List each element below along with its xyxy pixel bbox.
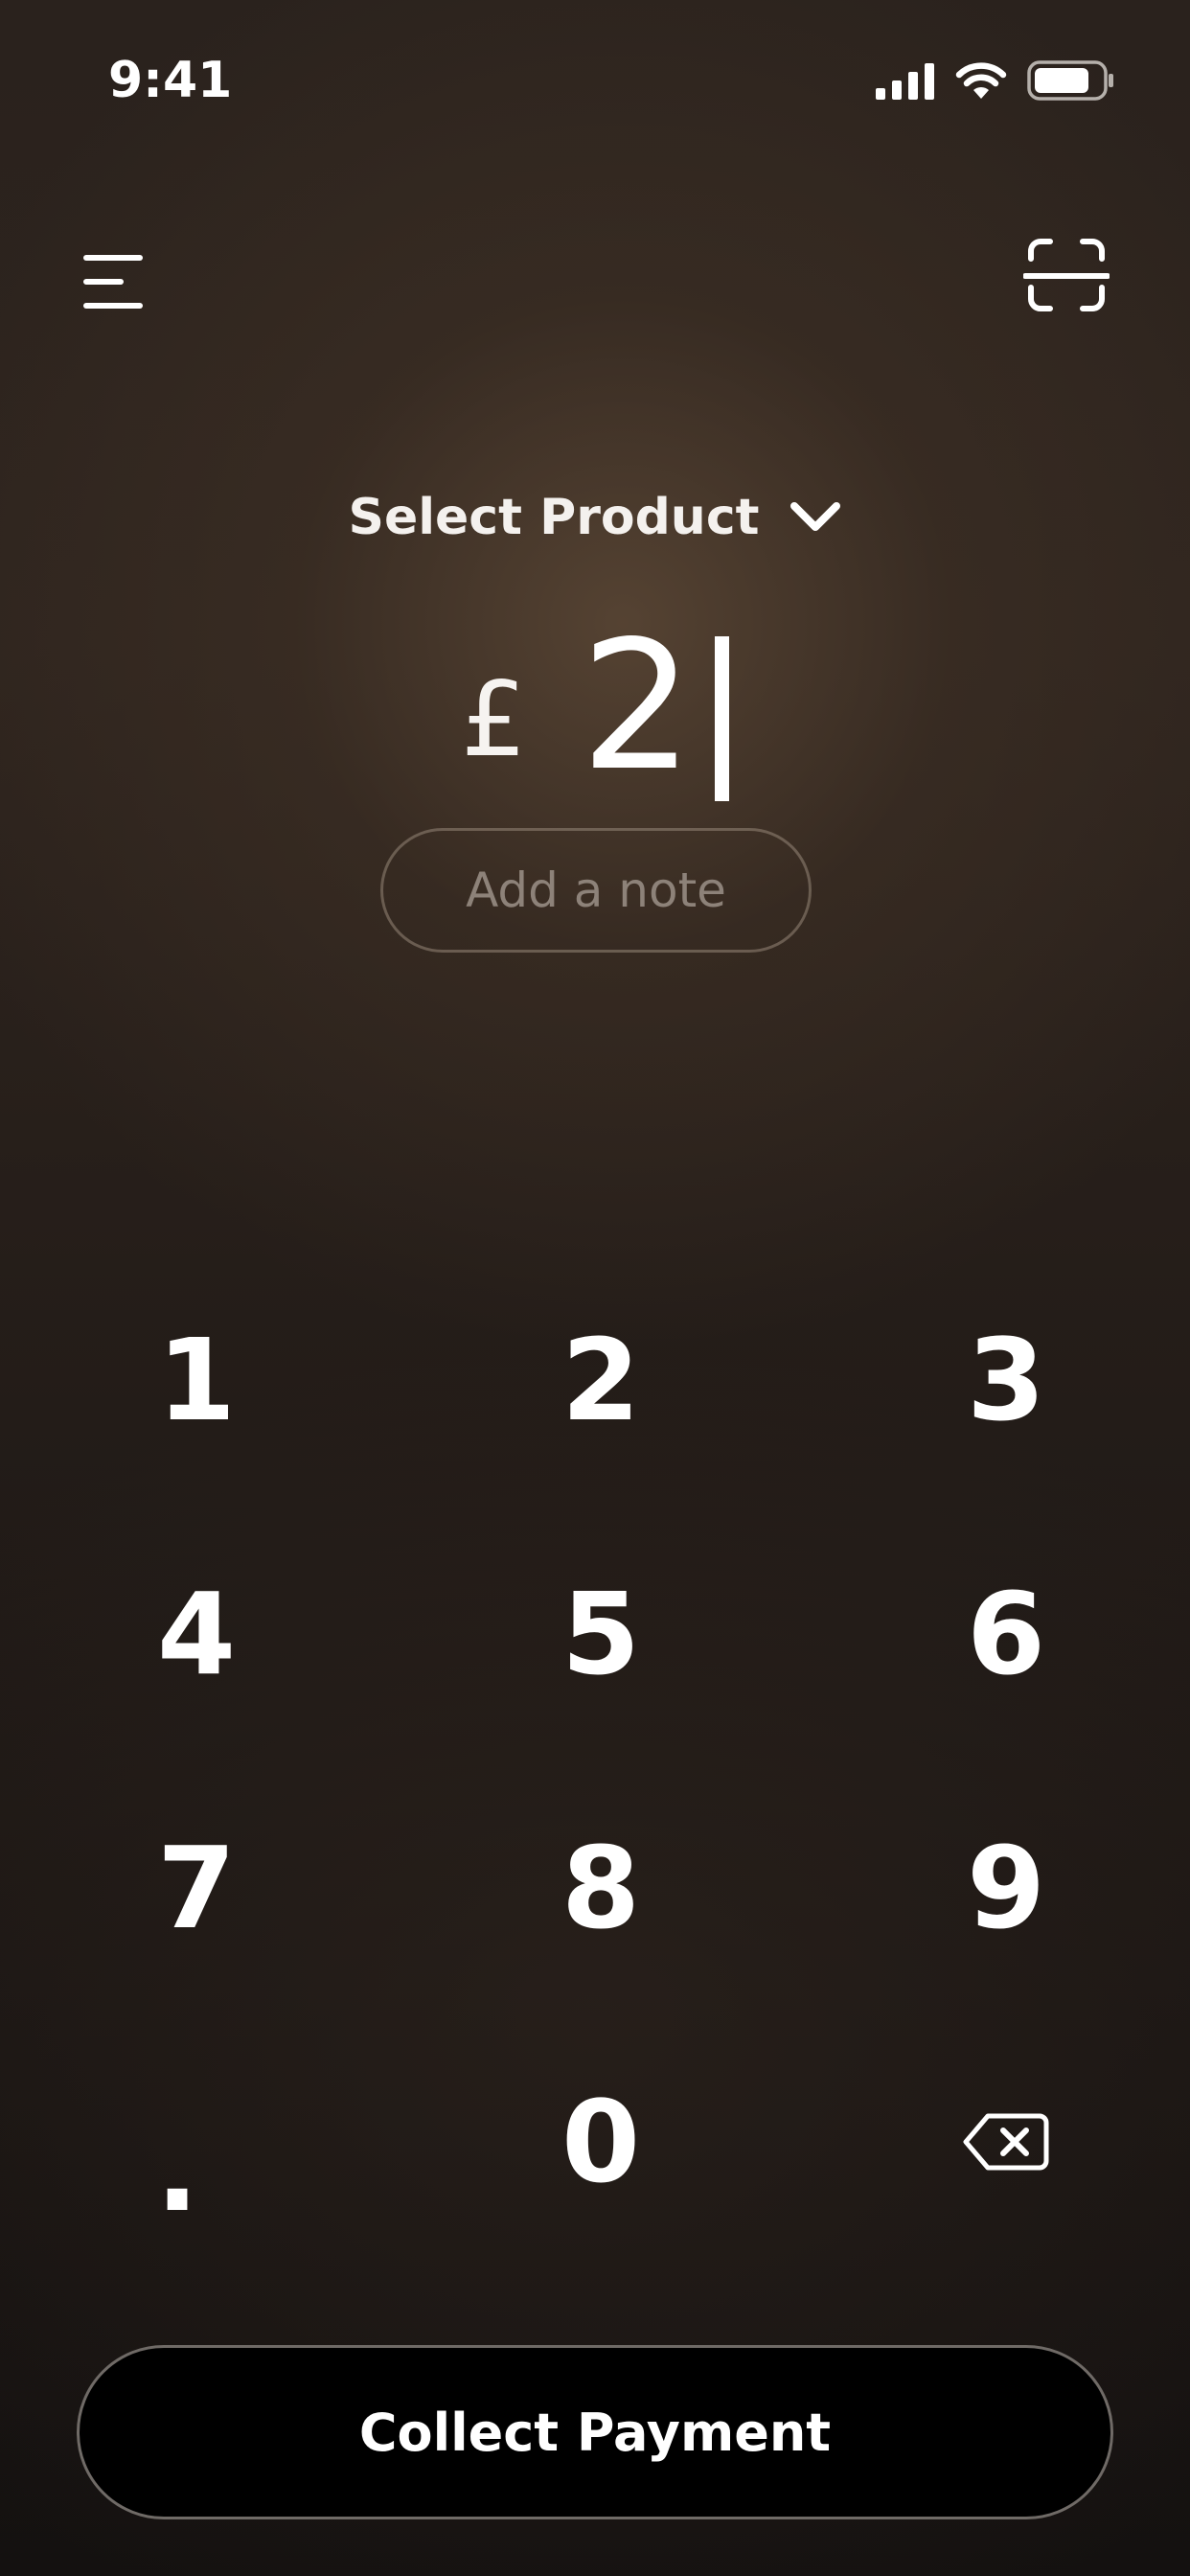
key-3[interactable]: 3 (862, 1284, 1150, 1476)
chevron-down-icon (790, 502, 840, 531)
amount-display[interactable]: £ 2 (0, 602, 1190, 810)
key-2[interactable]: 2 (457, 1284, 744, 1476)
battery-icon (1027, 60, 1113, 101)
backspace-icon (963, 2113, 1049, 2171)
currency-symbol: £ (460, 660, 527, 780)
wifi-icon (955, 62, 1007, 99)
key-6[interactable]: 6 (862, 1538, 1150, 1730)
status-bar: 9:41 (0, 0, 1190, 163)
select-product-dropdown[interactable]: Select Product (0, 479, 1190, 556)
scan-icon (1022, 239, 1110, 311)
text-cursor (715, 636, 730, 801)
key-0[interactable]: 0 (457, 2046, 744, 2238)
hamburger-menu-icon (83, 255, 143, 309)
backspace-button[interactable] (862, 2046, 1150, 2238)
key-1[interactable]: 1 (53, 1284, 340, 1476)
key-decimal[interactable]: . (53, 2046, 340, 2238)
signal-icon (876, 63, 934, 100)
key-decimal-label: . (155, 2104, 199, 2237)
status-icons (876, 59, 1115, 102)
amount-value: 2 (580, 602, 695, 810)
key-5[interactable]: 5 (457, 1538, 744, 1730)
status-time: 9:41 (108, 52, 233, 109)
select-product-label: Select Product (348, 489, 760, 546)
key-7[interactable]: 7 (53, 1792, 340, 1984)
collect-payment-button[interactable]: Collect Payment (77, 2345, 1113, 2519)
add-note-input[interactable] (380, 828, 812, 953)
key-9[interactable]: 9 (862, 1792, 1150, 1984)
key-8[interactable]: 8 (457, 1792, 744, 1984)
scan-button[interactable] (1022, 238, 1110, 314)
collect-payment-label: Collect Payment (358, 2402, 832, 2463)
key-4[interactable]: 4 (53, 1538, 340, 1730)
menu-button[interactable] (79, 244, 148, 313)
numeric-keypad: 1 2 3 4 5 6 7 8 9 . 0 (0, 0, 1190, 2576)
